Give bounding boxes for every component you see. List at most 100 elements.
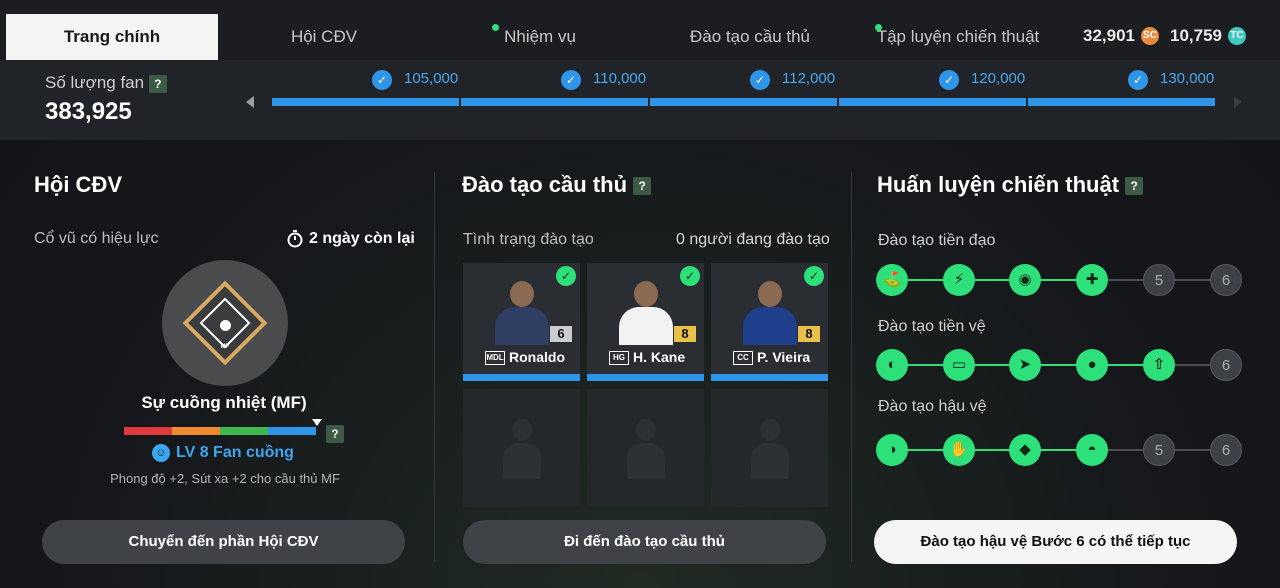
position-badge: MDL [485, 351, 505, 365]
completed-step-icon[interactable]: ⚡ [943, 264, 975, 296]
tactic-row-label: Đào tạo tiền vệ [878, 318, 986, 335]
locked-step[interactable]: 6 [1210, 349, 1242, 381]
tab-player-training[interactable]: Đào tạo cầu thủ [660, 14, 840, 60]
card-progress-bar [711, 374, 828, 381]
checkmark-icon: ✓ [680, 266, 700, 286]
panel-divider [851, 172, 852, 562]
trained-player-card[interactable]: ✓ 8 CC P. Vieira [711, 263, 828, 381]
help-icon[interactable]: ? [1125, 177, 1144, 196]
completed-step-icon[interactable]: ◓ [1076, 434, 1108, 466]
player-photo [739, 281, 801, 345]
completed-step-icon[interactable]: ⛳ [876, 264, 908, 296]
locked-step[interactable]: 6 [1210, 264, 1242, 296]
milestone-value: 130,000 [1160, 70, 1215, 87]
tc-amount: 10,759 [1170, 26, 1222, 45]
trained-player-card[interactable]: ✓ 6 MDL Ronaldo [463, 263, 580, 381]
effect-label: Cổ vũ có hiệu lực [34, 230, 159, 247]
checkmark-icon: ✓ [1128, 70, 1148, 90]
fan-club-badge[interactable]: MF [162, 260, 288, 386]
scroll-left-arrow-icon[interactable] [246, 96, 254, 108]
completed-step-icon[interactable]: ➤ [1009, 349, 1041, 381]
milestone-progress-segment [1028, 98, 1215, 106]
go-to-player-training-button[interactable]: Đi đến đào tạo cầu thủ [463, 520, 826, 564]
help-icon[interactable]: ? [326, 425, 344, 443]
level-bar-segment [220, 427, 268, 435]
tactic-row-label: Đào tạo hậu vệ [878, 398, 987, 415]
trained-player-card[interactable]: ✓ 8 HG H. Kane [587, 263, 704, 381]
completed-step-icon[interactable]: ◉ [1009, 264, 1041, 296]
fan-count-label: Số lượng fan ? [45, 73, 167, 93]
tab-home[interactable]: Trang chính [6, 14, 218, 60]
locked-step[interactable]: 6 [1210, 434, 1242, 466]
locked-step[interactable]: 5 [1143, 434, 1175, 466]
completed-step-icon[interactable]: ⇧ [1143, 349, 1175, 381]
empty-training-slot[interactable] [463, 389, 580, 507]
help-icon[interactable]: ? [633, 177, 652, 196]
completed-step-icon[interactable]: ✋ [943, 434, 975, 466]
position-badge: HG [609, 351, 629, 365]
training-level: 8 [674, 326, 696, 342]
completed-step-icon[interactable]: ▭ [943, 349, 975, 381]
stopwatch-icon [287, 230, 303, 248]
scroll-right-arrow-icon[interactable] [1234, 96, 1242, 108]
progress-track [892, 449, 1092, 451]
player-photo [491, 281, 553, 345]
fan-club-home-screen: Trang chính Hội CĐV Nhiệm vụ Đào tạo cầu… [0, 0, 1280, 588]
level-bar-segment [268, 427, 316, 435]
bonus-description: Phong độ +2, Sút xa +2 cho cầu thủ MF [110, 471, 340, 486]
completed-step-icon[interactable]: ● [1076, 349, 1108, 381]
checkmark-icon: ✓ [556, 266, 576, 286]
level-bar-segment [172, 427, 220, 435]
continue-defender-training-button[interactable]: Đào tạo hậu vệ Bước 6 có thể tiếp tục [874, 520, 1237, 564]
milestone-value: 110,000 [593, 70, 647, 87]
training-status-label: Tình trạng đào tạo [463, 231, 594, 248]
locked-step[interactable]: 5 [1143, 264, 1175, 296]
go-to-fan-club-button[interactable]: Chuyển đến phần Hội CĐV [42, 520, 405, 564]
tab-missions[interactable]: Nhiệm vụ [460, 14, 620, 60]
player-name: P. Vieira [757, 349, 811, 365]
empty-training-slot[interactable] [711, 389, 828, 507]
notification-dot-icon [875, 24, 882, 31]
milestone-value: 105,000 [404, 70, 459, 87]
completed-step-icon[interactable]: ✚ [1076, 264, 1108, 296]
player-name: H. Kane [633, 349, 686, 365]
badge-position: MF [220, 344, 230, 350]
milestone-value: 112,000 [782, 70, 836, 87]
help-icon[interactable]: ? [148, 74, 167, 93]
smiley-icon: ☺ [152, 444, 170, 462]
completed-step-icon[interactable]: ◐ [876, 349, 908, 381]
badge-name: Sự cuồng nhiệt (MF) [141, 393, 307, 412]
ball-icon [220, 320, 231, 331]
training-level: 6 [550, 326, 572, 342]
sc-currency: 32,901 SC [1083, 26, 1159, 46]
player-silhouette-icon [751, 419, 789, 479]
tab-fan-club[interactable]: Hội CĐV [244, 14, 404, 60]
player-name: Ronaldo [509, 349, 565, 365]
training-level: 8 [798, 326, 820, 342]
checkmark-icon: ✓ [750, 70, 770, 90]
notification-dot-icon [492, 24, 499, 31]
player-training-title: Đào tạo cầu thủ ? [462, 172, 652, 198]
position-badge: CC [733, 351, 753, 365]
checkmark-icon: ✓ [804, 266, 824, 286]
milestone-progress-segment [461, 98, 648, 106]
panel-divider [434, 172, 435, 562]
tab-tactical-training[interactable]: Tập luyện chiến thuật [868, 14, 1048, 60]
sc-coin-icon: SC [1141, 27, 1159, 45]
fan-level: ☺ LV 8 Fan cuồng [152, 444, 294, 462]
top-tab-bar: Trang chính Hội CĐV Nhiệm vụ Đào tạo cầu… [0, 0, 1280, 60]
completed-step-icon[interactable]: ◑ [876, 434, 908, 466]
time-left: 2 ngày còn lại [287, 230, 415, 248]
tc-coin-icon: TC [1228, 27, 1246, 45]
player-silhouette-icon [503, 419, 541, 479]
milestone-progress-segment [272, 98, 459, 106]
card-progress-bar [463, 374, 580, 381]
fan-count-value: 383,925 [45, 98, 132, 125]
empty-training-slot[interactable] [587, 389, 704, 507]
progress-track [892, 279, 1092, 281]
checkmark-icon: ✓ [561, 70, 581, 90]
completed-step-icon[interactable]: ◆ [1009, 434, 1041, 466]
fan-progress-bar: Số lượng fan ? 383,925 ✓ 105,000 ✓ 110,000 ✓… [0, 60, 1280, 140]
checkmark-icon: ✓ [939, 70, 959, 90]
level-bar-segment [124, 427, 172, 435]
